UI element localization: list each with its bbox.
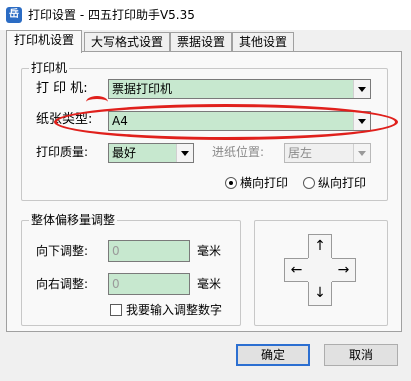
tab-receipt-settings[interactable]: 票据设置 — [170, 32, 232, 52]
arrow-up-button[interactable]: ↑ — [308, 234, 332, 258]
paper-type-select[interactable]: A4 — [108, 111, 371, 131]
quality-select-value: 最好 — [112, 146, 137, 160]
chevron-down-icon[interactable] — [353, 112, 370, 130]
portrait-radio[interactable] — [303, 177, 315, 189]
arrow-left-button[interactable]: ← — [284, 258, 308, 282]
landscape-radio[interactable] — [225, 177, 237, 189]
manual-input-checkbox[interactable] — [110, 304, 122, 316]
arrow-down-button[interactable]: ↓ — [308, 282, 332, 306]
manual-input-label[interactable]: 我要输入调整数字 — [126, 302, 222, 318]
paper-type-select-value: A4 — [112, 114, 128, 128]
printer-select-value: 票据打印机 — [112, 82, 173, 96]
window-title: 打印设置 - 四五打印助手V5.35 — [28, 8, 195, 22]
right-offset-input[interactable]: 0 — [108, 273, 190, 295]
chevron-down-icon[interactable] — [176, 144, 193, 162]
direction-pad-center — [308, 258, 332, 282]
cancel-button[interactable]: 取消 — [324, 344, 398, 366]
feed-position-label: 进纸位置: — [212, 145, 265, 159]
right-offset-value: 0 — [112, 277, 120, 291]
tab-other-settings[interactable]: 其他设置 — [232, 32, 294, 52]
arrow-right-button[interactable]: → — [332, 258, 356, 282]
printer-label: 打 印 机: — [36, 81, 88, 96]
portrait-radio-label[interactable]: 纵向打印 — [318, 175, 366, 191]
quality-label: 打印质量: — [36, 145, 89, 159]
chevron-down-icon[interactable] — [353, 80, 370, 98]
feed-position-select[interactable]: 居左 — [284, 143, 371, 163]
offset-group-label: 整体偏移量调整 — [29, 213, 118, 227]
printer-group-label: 打印机 — [29, 61, 70, 75]
paper-type-label: 纸张类型: — [36, 112, 93, 127]
quality-select[interactable]: 最好 — [108, 143, 194, 163]
down-offset-value: 0 — [112, 244, 120, 258]
down-offset-unit: 毫米 — [197, 244, 222, 258]
right-offset-unit: 毫米 — [197, 277, 222, 291]
right-offset-label: 向右调整: — [36, 277, 89, 291]
app-icon: 岳 — [6, 7, 22, 23]
feed-position-select-value: 居左 — [288, 146, 313, 160]
ok-button[interactable]: 确定 — [236, 344, 310, 366]
chevron-down-icon[interactable] — [353, 144, 370, 162]
tab-printer-settings[interactable]: 打印机设置 — [6, 30, 82, 53]
down-offset-label: 向下调整: — [36, 244, 89, 258]
printer-select[interactable]: 票据打印机 — [108, 79, 371, 99]
tab-uppercase-format[interactable]: 大写格式设置 — [84, 32, 170, 52]
down-offset-input[interactable]: 0 — [108, 240, 190, 262]
landscape-radio-label[interactable]: 横向打印 — [240, 175, 288, 191]
title-bar: 岳 打印设置 - 四五打印助手V5.35 — [0, 0, 411, 30]
